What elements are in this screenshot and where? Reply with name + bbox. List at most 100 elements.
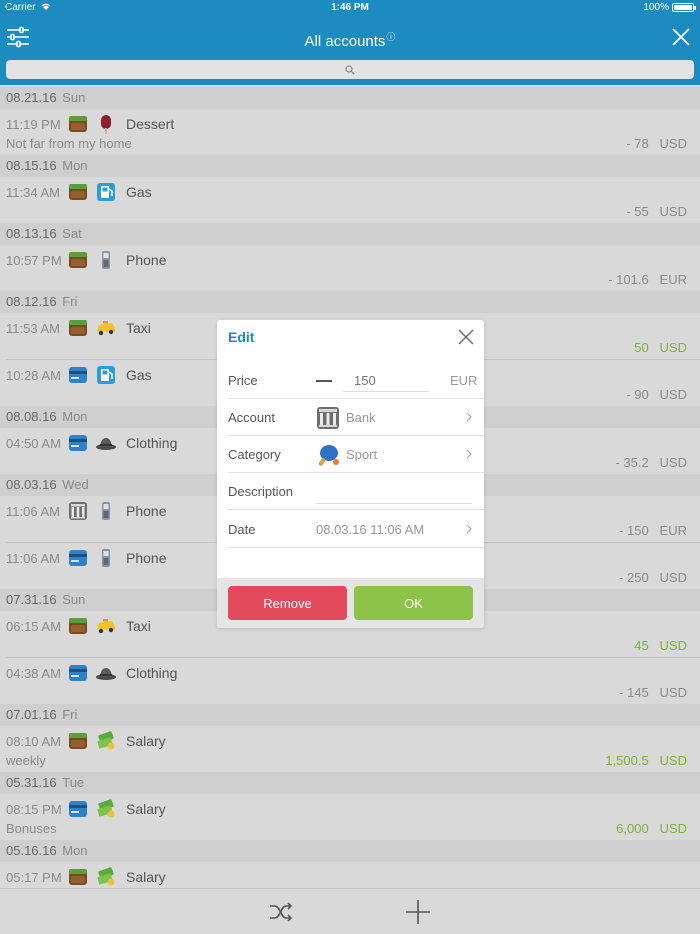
transaction-amount: - 101.6 EUR — [608, 272, 687, 287]
transaction-description: Not far from my home — [6, 136, 132, 151]
date-header-weekday: Fri — [62, 707, 78, 722]
search-icon — [345, 64, 355, 74]
transaction-time: 11:06 AM — [6, 504, 60, 519]
transaction-amount: 1,500.5 USD — [605, 753, 687, 768]
money-icon — [95, 867, 117, 887]
date-header-date: 05.16.16 — [6, 843, 57, 858]
bank-icon — [68, 501, 88, 521]
amount-currency: USD — [659, 638, 687, 653]
date-header: 08.21.16 Sun — [0, 87, 700, 109]
date-header-weekday: Sat — [62, 226, 82, 241]
dialog-title: Edit — [228, 329, 255, 345]
transaction-amount: - 55 USD — [626, 204, 687, 219]
gas-pump-icon — [95, 182, 117, 202]
date-header-weekday: Mon — [62, 158, 88, 173]
date-header-date: 07.01.16 — [6, 707, 57, 722]
amount-currency: USD — [659, 340, 687, 355]
amount-value: - 150 — [619, 523, 649, 538]
page-title[interactable]: All accountsⓘ — [0, 30, 700, 50]
transaction-category: Salary — [126, 733, 166, 749]
transaction-description: weekly — [6, 753, 46, 768]
minus-sign-icon[interactable] — [316, 380, 332, 382]
info-icon: ⓘ — [386, 32, 396, 42]
money-icon — [95, 731, 117, 751]
amount-value: - 101.6 — [608, 272, 649, 287]
transaction-category: Taxi — [126, 320, 151, 336]
close-icon[interactable] — [670, 26, 692, 48]
amount-value: - 78 — [626, 136, 649, 151]
card-icon — [68, 799, 88, 819]
date-header-date: 08.08.16 — [6, 409, 57, 424]
wallet-icon — [68, 250, 88, 270]
amount-value: - 145 — [619, 685, 649, 700]
price-currency[interactable]: EUR — [450, 373, 477, 388]
transaction-amount: 6,000 USD — [616, 821, 687, 836]
wallet-icon — [68, 731, 88, 751]
description-label: Description — [228, 484, 294, 499]
popsicle-icon — [95, 114, 117, 134]
battery-percent: 100% — [643, 2, 669, 13]
description-field: Description — [228, 473, 484, 510]
description-input[interactable] — [316, 482, 472, 504]
amount-currency: USD — [659, 204, 687, 219]
date-value: 08.03.16 11:06 AM — [316, 522, 425, 537]
account-label: Account — [228, 410, 275, 425]
nav-header: All accountsⓘ — [0, 16, 700, 85]
transaction-time: 11:53 AM — [6, 321, 60, 336]
transaction-amount: 45 USD — [634, 638, 687, 653]
phone-icon — [95, 250, 117, 270]
add-icon[interactable] — [405, 899, 431, 925]
card-icon — [68, 365, 88, 385]
hat-icon — [95, 433, 117, 453]
wallet-icon — [68, 867, 88, 887]
date-header-weekday: Mon — [62, 843, 88, 858]
amount-currency: EUR — [659, 523, 687, 538]
transaction-row[interactable]: 11:34 AM Gas - 55 USD — [0, 177, 700, 223]
amount-value: - 35.2 — [615, 455, 649, 470]
transaction-time: 08:15 PM — [6, 802, 62, 817]
transaction-time: 04:50 AM — [6, 436, 61, 451]
chevron-right-icon — [466, 412, 472, 422]
clock: 1:46 PM — [331, 2, 369, 13]
amount-currency: USD — [659, 753, 687, 768]
transaction-time: 11:34 AM — [6, 185, 60, 200]
price-label: Price — [228, 373, 258, 388]
chevron-right-icon — [466, 524, 472, 534]
transaction-row[interactable]: 08:15 PM Salary Bonuses 6,000 USD — [0, 794, 700, 840]
amount-value: - 90 — [626, 387, 649, 402]
battery-icon — [672, 3, 696, 12]
transaction-amount: - 35.2 USD — [615, 455, 687, 470]
transaction-category: Clothing — [126, 435, 178, 451]
remove-button[interactable]: Remove — [228, 586, 347, 620]
transaction-row[interactable]: 11:19 PM Dessert Not far from my home - 78 … — [0, 109, 700, 155]
amount-currency: USD — [659, 821, 687, 836]
transaction-category: Phone — [126, 503, 167, 519]
date-header: 08.12.16 Fri — [0, 291, 700, 313]
transaction-category: Phone — [126, 252, 167, 268]
date-header: 05.16.16 Mon — [0, 840, 700, 862]
price-input[interactable] — [343, 370, 429, 392]
dialog-close-icon[interactable] — [458, 329, 474, 345]
date-field[interactable]: Date 08.03.16 11:06 AM — [228, 511, 484, 548]
category-label: Category — [228, 447, 281, 462]
ping-pong-icon — [318, 445, 339, 466]
hat-icon — [95, 663, 117, 683]
transaction-row[interactable]: 10:57 PM Phone - 101.6 EUR — [0, 245, 700, 291]
search-bar[interactable] — [6, 60, 694, 79]
date-header: 08.15.16 Mon — [0, 155, 700, 177]
date-header: 08.13.16 Sat — [0, 223, 700, 245]
transaction-category: Salary — [126, 869, 166, 885]
ok-button[interactable]: OK — [354, 586, 473, 620]
transaction-row[interactable]: 08:10 AM Salary weekly 1,500.5 USD — [0, 726, 700, 772]
category-value: Sport — [346, 447, 378, 462]
category-field[interactable]: Category Sport — [228, 436, 484, 473]
transaction-row[interactable]: 04:38 AM Clothing - 145 USD — [0, 658, 700, 704]
page-title-text: All accounts — [304, 33, 386, 50]
account-value: Bank — [346, 410, 376, 425]
shuffle-icon[interactable] — [269, 901, 293, 923]
amount-currency: USD — [659, 685, 687, 700]
wallet-icon — [68, 318, 88, 338]
transaction-time: 08:10 AM — [6, 734, 61, 749]
account-field[interactable]: Account Bank — [228, 399, 484, 436]
edit-dialog: Edit Price EUR Account Bank Category Spo… — [217, 320, 484, 628]
